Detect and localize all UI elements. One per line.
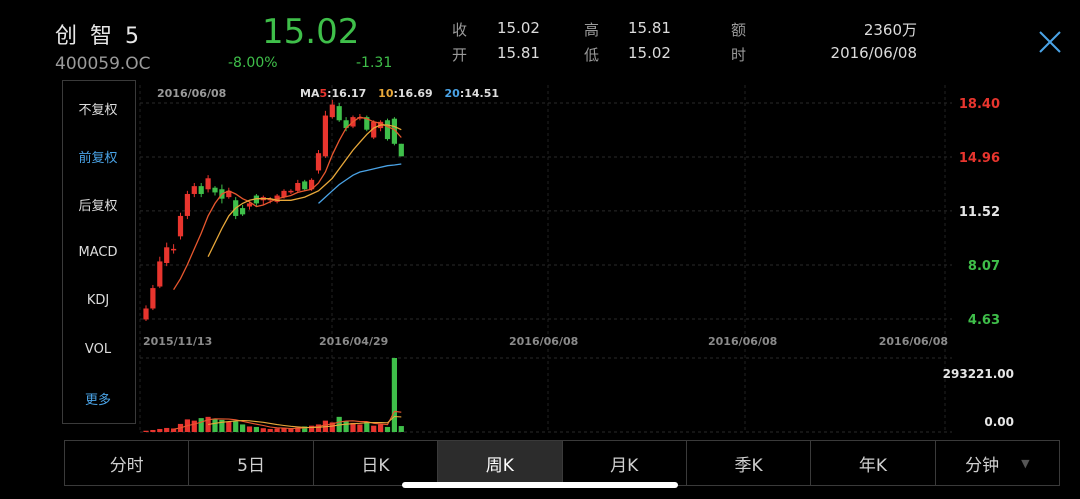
candle-body <box>177 215 184 237</box>
chart-date-label: 2016/06/08 <box>157 87 226 100</box>
volume-bar <box>198 418 204 432</box>
x-tick-label: 2016/06/08 <box>879 335 948 348</box>
candle-body <box>212 187 218 193</box>
volume-bar <box>398 426 404 432</box>
tab-label: 年K <box>858 455 888 476</box>
candle-body <box>246 203 253 207</box>
candlestick-chart[interactable]: 2016/06/08 MA5:16.17 10:16.69 20:14.51 1… <box>0 0 1080 440</box>
volume-bar <box>384 426 391 432</box>
candle-body <box>384 120 391 140</box>
ma-lines <box>173 116 402 291</box>
x-tick-label: 2016/06/08 <box>509 335 578 348</box>
volume-bar <box>274 428 280 432</box>
volume-bar <box>357 424 363 432</box>
tab-label: 分钟 <box>965 455 1000 476</box>
ma5-line <box>173 116 402 291</box>
volume-bar <box>233 421 239 432</box>
volume-bars <box>143 358 404 432</box>
chart-grid <box>139 85 952 433</box>
candle-body <box>157 261 163 287</box>
ma20-value: :14.51 <box>460 87 499 100</box>
x-axis-labels: 2015/11/13 2016/04/29 2016/06/08 2016/06/08… <box>143 335 948 348</box>
ma-legend: MA5:16.17 10:16.69 20:14.51 <box>300 87 499 100</box>
candle-body <box>171 248 177 251</box>
y-tick-label: 18.40 <box>959 97 1000 112</box>
tab-monthly-k[interactable]: 月K <box>563 441 687 485</box>
ma5-prefix: MA <box>300 87 320 100</box>
ma5-value: :16.17 <box>327 87 366 100</box>
volume-bar <box>364 421 370 432</box>
tab-quarterly-k[interactable]: 季K <box>687 441 812 485</box>
ma10-value: :16.69 <box>393 87 432 100</box>
tab-label: 分时 <box>109 455 144 476</box>
volume-axis-labels: 293221.00 0.00 <box>943 367 1014 429</box>
candle-body <box>336 106 342 121</box>
y-tick-label: 8.07 <box>968 259 1000 274</box>
y-tick-label: 14.96 <box>959 151 1000 166</box>
tab-label: 季K <box>734 455 763 476</box>
y-axis-labels: 18.40 14.96 11.52 8.07 4.63 <box>959 97 1000 328</box>
volume-bar <box>246 426 253 432</box>
volume-bar <box>288 428 294 432</box>
period-tabs: 分时 5日 日K 周K 月K 季K 年K 分钟 ▼ <box>64 440 1060 486</box>
candle-body <box>150 288 156 309</box>
ma20-period: 20 <box>445 87 461 100</box>
volume-tick-label: 293221.00 <box>943 367 1014 381</box>
volume-bar <box>260 428 266 432</box>
volume-bar <box>157 428 163 432</box>
tab-label: 5日 <box>237 455 265 476</box>
volume-bar <box>143 430 149 432</box>
volume-bar <box>253 426 259 432</box>
candle-body <box>322 115 328 157</box>
candle-body <box>184 193 190 216</box>
ma10-period: 10 <box>378 87 394 100</box>
candle-body <box>198 186 204 194</box>
candle-body <box>143 308 149 320</box>
volume-bar <box>164 427 170 432</box>
x-tick-label: 2015/11/13 <box>143 335 212 348</box>
tab-daily-k[interactable]: 日K <box>314 441 439 485</box>
tab-label: 日K <box>361 455 390 476</box>
tab-minute[interactable]: 分钟 ▼ <box>936 441 1059 485</box>
chevron-down-icon: ▼ <box>1021 456 1030 470</box>
ma20-line <box>318 163 402 204</box>
volume-bar <box>391 358 397 432</box>
tab-weekly-k[interactable]: 周K <box>438 441 563 485</box>
volume-bar <box>226 421 232 432</box>
tab-5day[interactable]: 5日 <box>189 441 314 485</box>
volume-tick-label: 0.00 <box>984 415 1014 429</box>
y-tick-label: 11.52 <box>959 205 1000 220</box>
volume-bar <box>212 418 218 432</box>
ma5-period: 5 <box>319 87 327 100</box>
tab-label: 周K <box>485 455 514 476</box>
candle-body <box>302 181 308 190</box>
x-tick-label: 2016/06/08 <box>708 335 777 348</box>
candle-body <box>191 186 197 194</box>
volume-bar <box>378 424 384 432</box>
candle-body <box>288 190 294 193</box>
home-indicator[interactable] <box>402 482 678 488</box>
volume-bar <box>267 428 273 432</box>
candle-body <box>164 247 170 263</box>
volume-bar <box>343 421 349 432</box>
candle-body <box>205 178 211 190</box>
tab-yearly-k[interactable]: 年K <box>811 441 936 485</box>
candle-body <box>329 104 335 118</box>
candle-body <box>295 183 301 191</box>
volume-bar <box>240 424 246 432</box>
candle-body <box>315 153 322 171</box>
x-tick-label: 2016/04/29 <box>319 335 388 348</box>
candle-body <box>398 143 404 157</box>
y-tick-label: 4.63 <box>968 313 1000 328</box>
volume-bar <box>191 420 197 432</box>
candle-body <box>240 208 246 215</box>
tab-label: 月K <box>610 455 639 476</box>
tab-intraday[interactable]: 分时 <box>65 441 190 485</box>
volume-bar <box>371 425 377 432</box>
volume-bar <box>150 429 156 432</box>
